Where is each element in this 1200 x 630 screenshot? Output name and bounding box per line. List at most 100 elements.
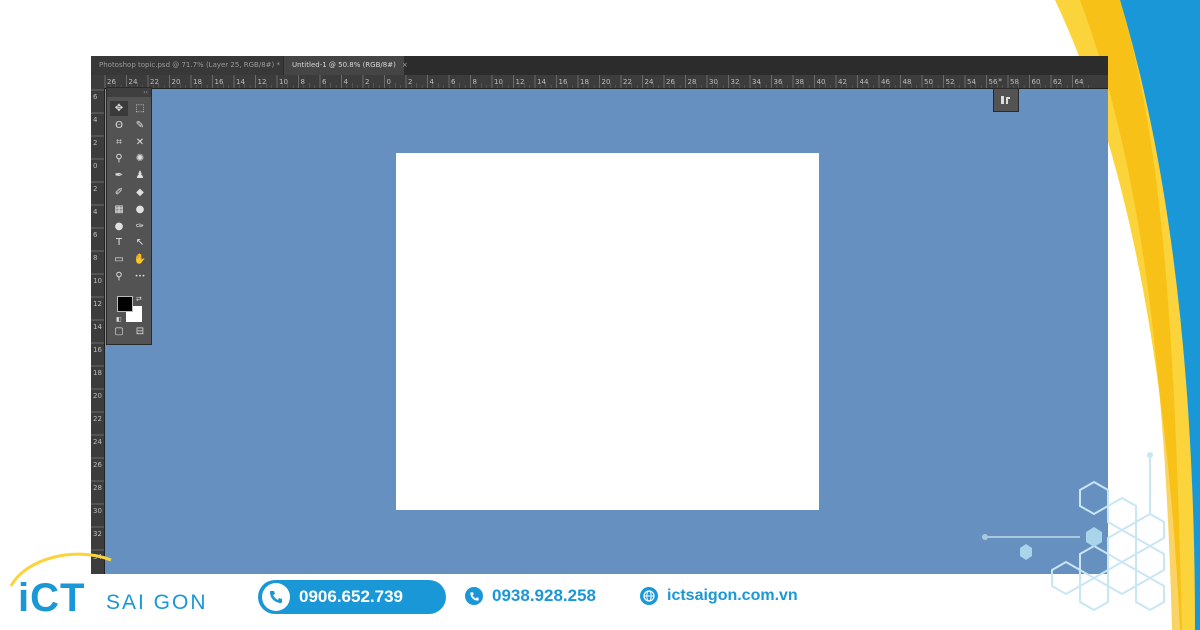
- ruler-label: 8: [473, 78, 477, 86]
- ruler-label: 8: [93, 254, 97, 262]
- zoom-icon-glyph: ⚲: [115, 271, 123, 282]
- eyedropper-icon-glyph: ⚲: [115, 153, 123, 165]
- healing-brush-icon-glyph: ✺: [135, 153, 145, 165]
- ruler-label: 10: [93, 277, 102, 285]
- frame-icon-glyph: ✕: [135, 136, 145, 148]
- ruler-label: 10: [279, 78, 288, 86]
- eraser-icon[interactable]: ◆: [131, 185, 149, 200]
- ruler-label: 24: [93, 438, 102, 446]
- quick-select-icon[interactable]: ✎: [131, 118, 149, 133]
- ruler-label: 24: [645, 78, 654, 86]
- clone-stamp-icon[interactable]: ♟: [131, 168, 149, 183]
- dodge-icon-glyph: ●: [114, 220, 124, 232]
- gradient-icon[interactable]: ▦: [110, 202, 128, 217]
- toolbox-grip[interactable]: ‹‹: [107, 88, 151, 97]
- ruler-label: 16: [559, 78, 568, 86]
- ruler-label: 0: [387, 78, 391, 86]
- collapsed-panel[interactable]: [993, 88, 1019, 112]
- lasso-icon-glyph: ʘ: [115, 119, 123, 131]
- ruler-label: 2: [408, 78, 412, 86]
- ruler-label: 0: [93, 162, 97, 170]
- brush-icon[interactable]: ✒: [110, 168, 128, 183]
- hand-icon[interactable]: ✋: [131, 252, 149, 267]
- healing-brush-icon[interactable]: ✺: [131, 151, 149, 166]
- path-select-icon[interactable]: ↖: [131, 235, 149, 250]
- hand-icon-glyph: ✋: [133, 254, 147, 266]
- frame-icon[interactable]: ✕: [131, 135, 149, 150]
- crop-icon[interactable]: ⌗: [110, 135, 128, 150]
- ruler-label: 12: [258, 78, 267, 86]
- ruler-label: 14: [93, 323, 102, 331]
- ruler-label: 52: [946, 78, 955, 86]
- ruler-label: 62: [1053, 78, 1062, 86]
- ruler-label: 2: [93, 139, 97, 147]
- type-icon[interactable]: T: [110, 235, 128, 250]
- ruler-label: 26: [93, 461, 102, 469]
- path-select-icon-glyph: ↖: [135, 237, 145, 249]
- eyedropper-icon[interactable]: ⚲: [110, 151, 128, 166]
- document-canvas[interactable]: [396, 153, 819, 510]
- move-icon[interactable]: ✥: [110, 101, 128, 116]
- ruler-label: 22: [623, 78, 632, 86]
- ruler-label: 20: [602, 78, 611, 86]
- clone-stamp-icon-glyph: ♟: [135, 170, 145, 182]
- lasso-icon[interactable]: ʘ: [110, 118, 128, 133]
- panel-expand-icon[interactable]: »: [998, 76, 1002, 84]
- hexagon-decoration: [982, 452, 1165, 612]
- history-brush-icon-glyph: ✐: [114, 187, 124, 198]
- ruler-label: 6: [451, 78, 456, 86]
- quick-select-icon-glyph: ✎: [135, 119, 145, 131]
- more-tools-icon-glyph: •••: [134, 273, 146, 280]
- ruler-label: 54: [967, 78, 976, 86]
- history-panel-icon[interactable]: [1000, 94, 1012, 106]
- ruler-label: 22: [93, 415, 102, 423]
- default-colors-icon[interactable]: ◧: [116, 316, 122, 323]
- marquee-icon[interactable]: ⬚: [131, 101, 149, 116]
- horizontal-ruler[interactable]: 26 24 22 20 18 16 14 12 10 8 6 4 2 0 2 4 6 8 10 12 14 16 18 20 2…: [91, 75, 1108, 89]
- ruler-label: 28: [688, 78, 697, 86]
- tab-untitled-1[interactable]: Untitled-1 @ 50.8% (RGB/8#) ×: [284, 56, 408, 75]
- dodge-icon[interactable]: ●: [110, 219, 128, 234]
- ruler-label: 30: [709, 78, 718, 86]
- crop-icon-glyph: ⌗: [116, 136, 122, 148]
- screen-mode-icon[interactable]: ⊟: [131, 324, 149, 339]
- ruler-label: 36: [774, 78, 783, 86]
- quick-mask-icon-glyph: ▢: [114, 326, 124, 337]
- ruler-label: 26: [107, 78, 116, 86]
- more-tools-icon[interactable]: •••: [131, 269, 149, 284]
- ruler-label: 40: [817, 78, 826, 86]
- ruler-label: 20: [93, 392, 102, 400]
- ruler-label: 44: [860, 78, 869, 86]
- history-brush-icon[interactable]: ✐: [110, 185, 128, 200]
- phone-2-number[interactable]: 0938.928.258: [492, 584, 596, 608]
- swap-colors-icon[interactable]: ⇄: [136, 295, 142, 303]
- zoom-icon[interactable]: ⚲: [110, 269, 128, 284]
- eraser-icon-glyph: ◆: [136, 187, 144, 198]
- ruler-label: 6: [322, 78, 327, 86]
- ruler-label: 2: [93, 185, 97, 193]
- brush-icon-glyph: ✒: [114, 170, 124, 182]
- photoshop-window: Photoshop topic.psd @ 71.7% (Layer 25, R…: [91, 56, 1108, 574]
- foreground-color-swatch[interactable]: [117, 296, 133, 312]
- phone-1-number[interactable]: 0906.652.739: [299, 585, 403, 609]
- ruler-label: 32: [93, 530, 102, 538]
- website-link[interactable]: ictsaigon.com.vn: [667, 584, 798, 608]
- logo-saigon: SAI GON: [106, 591, 208, 614]
- ruler-label: 12: [516, 78, 525, 86]
- ruler-label: 24: [129, 78, 138, 86]
- ruler-label: 34: [752, 78, 761, 86]
- ruler-label: 48: [903, 78, 912, 86]
- tab-label: Photoshop topic.psd @ 71.7% (Layer 25, R…: [99, 61, 280, 69]
- tab-photoshop-topic[interactable]: Photoshop topic.psd @ 71.7% (Layer 25, R…: [91, 56, 292, 75]
- vertical-ruler[interactable]: 6 4 2 0 2 4 6 8 10 12 14 16 18 20 22 24 26 28 30 32 34: [91, 88, 105, 574]
- ruler-label: 42: [838, 78, 847, 86]
- ruler-label: 28: [93, 484, 102, 492]
- close-icon[interactable]: ×: [402, 56, 408, 75]
- rectangle-icon[interactable]: ▭: [110, 252, 128, 267]
- ruler-label: 46: [881, 78, 890, 86]
- blur-icon[interactable]: ●: [131, 202, 149, 217]
- ruler-label: 58: [1010, 78, 1019, 86]
- globe-icon: [640, 587, 658, 605]
- quick-mask-icon[interactable]: ▢: [110, 324, 128, 339]
- pen-icon[interactable]: ✑: [131, 219, 149, 234]
